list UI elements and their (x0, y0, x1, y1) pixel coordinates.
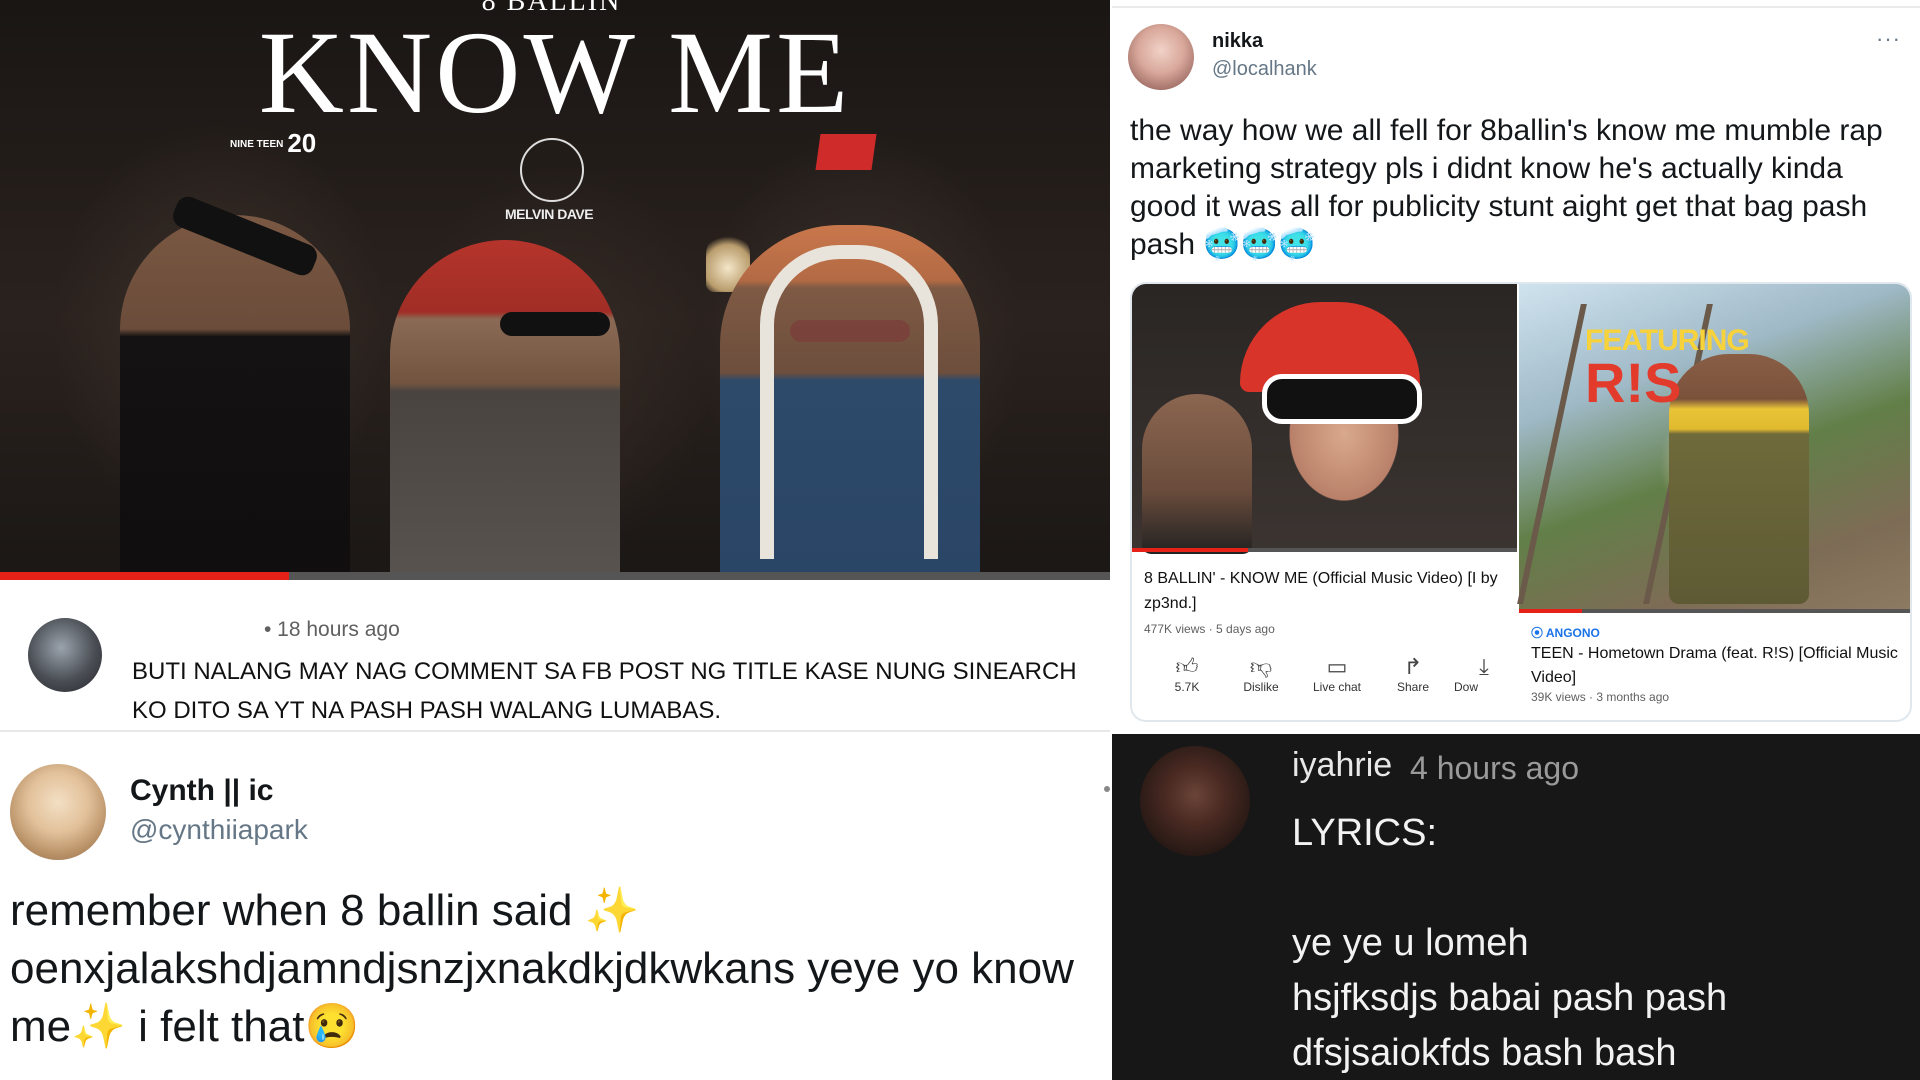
video-title: 8 BALLIN' - KNOW ME (Official Music Vide… (1144, 570, 1498, 612)
share-button[interactable]: ↱ Share (1378, 654, 1448, 694)
sunglasses-right (790, 320, 910, 342)
featured-artist (1669, 354, 1809, 604)
tweet-cynth: Cynth || ic @cynthiiapark remember when … (0, 736, 1110, 1080)
more-options-icon[interactable]: ··· (1876, 26, 1901, 52)
video-meta: 39K views · 3 months ago (1531, 690, 1670, 704)
youtube-comment: • 18 hours ago BUTI NALANG MAY NAG COMME… (0, 586, 1110, 736)
comment-time[interactable]: 4 hours ago (1410, 750, 1579, 787)
location-pin-icon: ⦿ (1531, 626, 1546, 640)
tweet-text: the way how we all fell for 8ballin's kn… (1130, 114, 1883, 261)
video-frame (1132, 284, 1517, 554)
artist-overlay: R!S (1585, 351, 1682, 414)
video-progress-bar[interactable] (1519, 609, 1910, 613)
avatar[interactable] (1128, 24, 1194, 90)
tweet-nikka: nikka @localhank ··· the way how we all … (1112, 0, 1920, 734)
like-icon: 👍︎ (1175, 654, 1199, 679)
divider (0, 730, 1110, 732)
user-handle[interactable]: @localhank (1212, 58, 1317, 81)
display-name[interactable]: Cynth || ic (130, 774, 273, 808)
video-thumbnail[interactable]: 8 BALLIN' KNOW ME NINE TEEN 20 MELVIN DAV… (0, 0, 1110, 580)
tweet-text: remember when 8 ballin said ✨ oenxjalaks… (10, 886, 1074, 1051)
avatar[interactable] (28, 618, 102, 692)
label-logo: NINE TEEN 20 (230, 128, 316, 159)
like-label: 5.7K (1174, 680, 1200, 694)
comment-author[interactable]: iyahrie (1292, 746, 1392, 785)
avatar[interactable] (1140, 746, 1250, 856)
download-button[interactable]: ⤓ Dow (1454, 654, 1514, 694)
video-progress-bar[interactable] (1132, 548, 1517, 552)
dislike-icon: 👎︎ (1249, 654, 1273, 679)
more-dot-icon (1104, 786, 1110, 792)
divider (1112, 6, 1920, 8)
red-logo (815, 134, 877, 170)
display-name[interactable]: nikka (1212, 30, 1263, 53)
dislike-button[interactable]: 👎︎ Dislike (1226, 654, 1296, 694)
screenshot-hometown-drama[interactable]: FEATURING R!S ⦿ ANGONO TEEN - Hometown D… (1517, 284, 1910, 720)
video-progress-bar[interactable] (0, 572, 1110, 580)
live-chat-icon: ▭ (1326, 654, 1348, 679)
video-title: TEEN - Hometown Drama (feat. R!S) [Offic… (1531, 645, 1898, 686)
location-tag[interactable]: ⦿ ANGONO (1531, 624, 1600, 641)
like-button[interactable]: 👍︎ 5.7K (1152, 654, 1222, 694)
avatar[interactable] (10, 764, 106, 860)
video-frame: FEATURING R!S (1517, 284, 1910, 609)
video-progress-fill (1132, 548, 1248, 552)
video-actions: 👍︎ 5.7K 👎︎ Dislike ▭ Live chat ↱ Share ⤓ Dow (1132, 654, 1517, 714)
live-chat-button[interactable]: ▭ Live chat (1302, 654, 1372, 694)
director-credit: MELVIN DAVE (505, 206, 594, 222)
video-title-art: KNOW ME (258, 7, 852, 138)
dislike-label: Dislike (1243, 680, 1279, 694)
youtube-comment-dark: iyahrie 4 hours ago LYRICS: ye ye u lome… (1112, 734, 1920, 1080)
comment-text: LYRICS: ye ye u lomeh hsjfksdjs babai pa… (1292, 812, 1728, 1074)
label-logo-big: 20 (287, 128, 317, 158)
download-label: Dow (1454, 680, 1479, 694)
comment-text: BUTI NALANG MAY NAG COMMENT SA FB POST N… (132, 658, 1077, 724)
video-progress-fill (0, 572, 289, 580)
artist-left (120, 215, 350, 580)
share-icon: ↱ (1403, 654, 1423, 679)
white-sunglasses (1262, 374, 1422, 424)
background-person (1142, 394, 1252, 554)
video-progress-fill (1519, 609, 1582, 613)
artist-right (720, 225, 980, 580)
live-chat-label: Live chat (1312, 680, 1362, 694)
label-logo-small: NINE TEEN (230, 139, 284, 151)
tweet-media[interactable]: 8 BALLIN' - KNOW ME (Official Music Vide… (1130, 282, 1912, 722)
hood (760, 245, 938, 559)
screenshot-know-me[interactable]: 8 BALLIN' - KNOW ME (Official Music Vide… (1132, 284, 1517, 720)
video-meta: 477K views · 5 days ago (1144, 622, 1275, 636)
location-label: ANGONO (1545, 626, 1600, 640)
comment-time[interactable]: • 18 hours ago (264, 618, 400, 642)
user-handle[interactable]: @cynthiiapark (130, 814, 308, 846)
sunglasses-middle (500, 312, 610, 336)
seal-logo (520, 138, 584, 202)
artist-middle (390, 240, 620, 580)
download-icon: ⤓ (1479, 654, 1489, 679)
share-label: Share (1396, 680, 1430, 694)
